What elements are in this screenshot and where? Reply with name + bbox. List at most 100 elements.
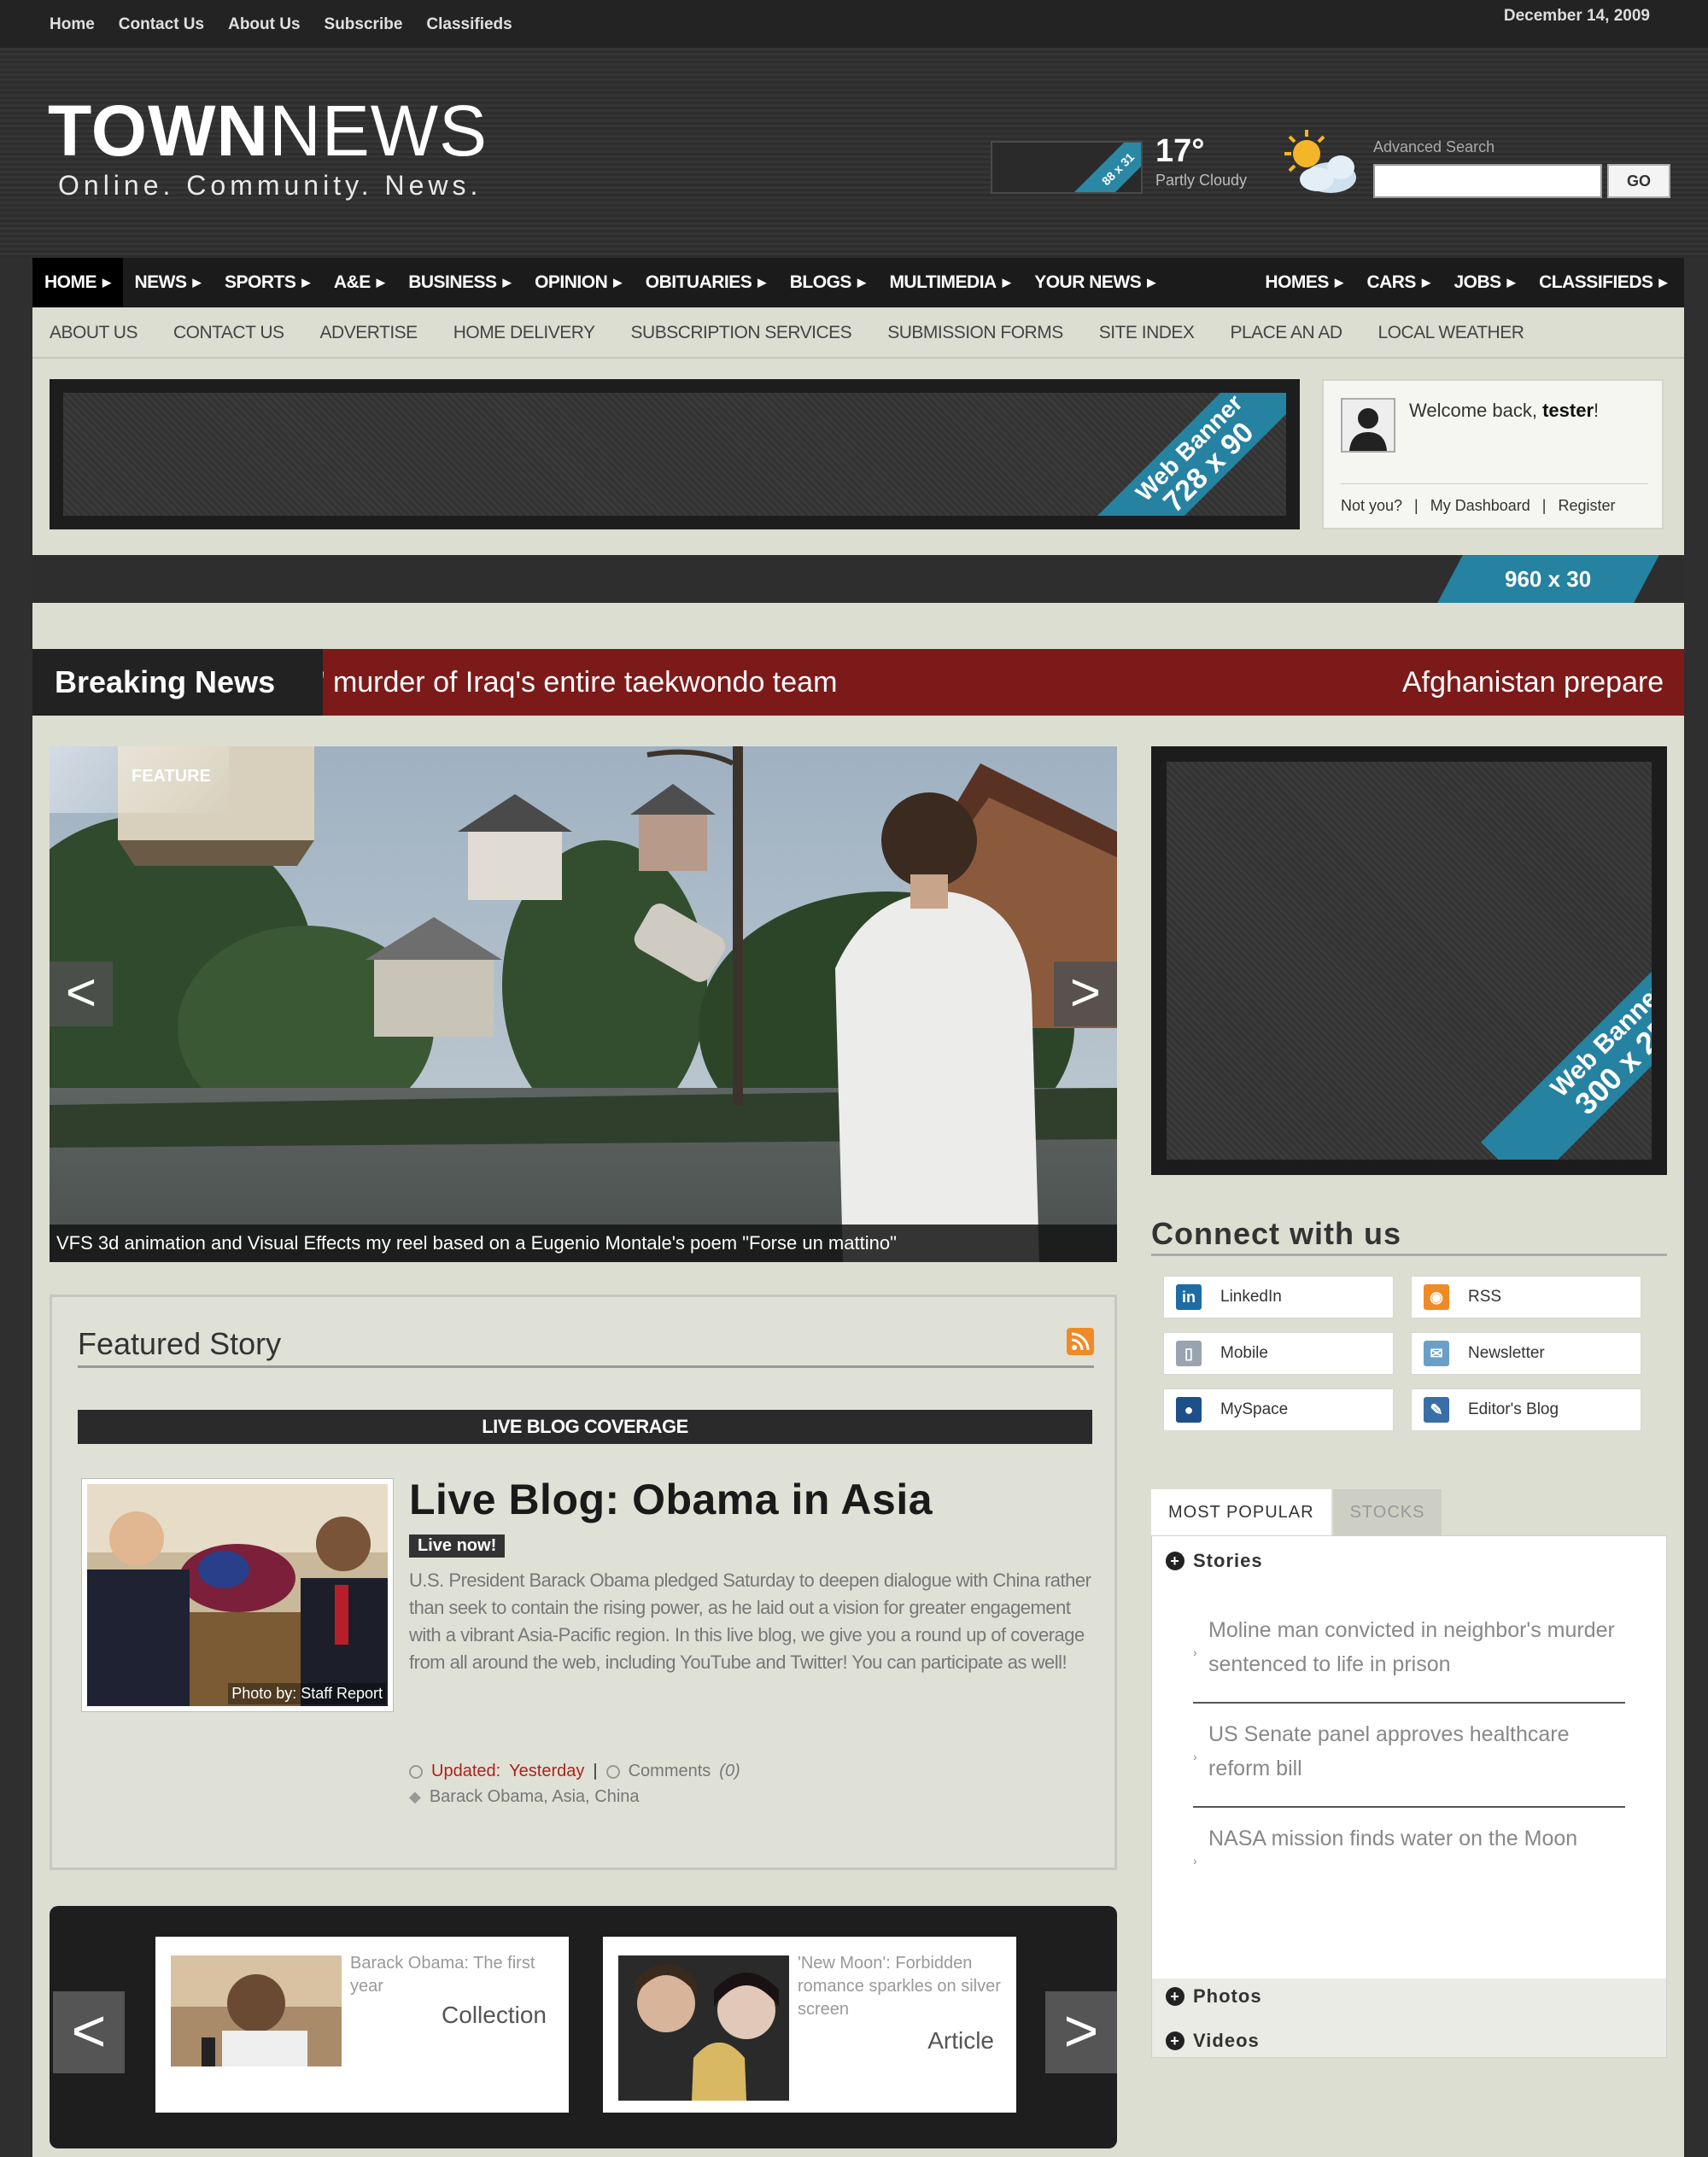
rss-icon[interactable] bbox=[1067, 1328, 1094, 1355]
popular-tabs: MOST POPULAR STOCKS bbox=[1151, 1489, 1442, 1535]
tab-most-popular[interactable]: MOST POPULAR bbox=[1151, 1489, 1331, 1535]
card-type: Collection bbox=[442, 2002, 547, 2028]
social-label: Editor's Blog bbox=[1468, 1400, 1559, 1418]
avatar[interactable] bbox=[1341, 398, 1395, 453]
story-divider bbox=[1193, 1806, 1625, 1808]
advanced-search-link[interactable]: Advanced Search bbox=[1373, 138, 1494, 156]
nav-your-news[interactable]: YOUR NEWS ▶ bbox=[1022, 258, 1167, 307]
popular-story[interactable]: › US Senate panel approves healthcare re… bbox=[1193, 1717, 1625, 1786]
top-nav-about-us[interactable]: About Us bbox=[228, 15, 300, 34]
featured-headline[interactable]: Live Blog: Obama in Asia bbox=[409, 1475, 933, 1524]
subnav-place-an-ad[interactable]: PLACE AN AD bbox=[1230, 323, 1342, 343]
chevron-right-icon: › bbox=[1193, 1854, 1197, 1868]
story-divider bbox=[1193, 1702, 1625, 1704]
videos-label: Videos bbox=[1193, 2030, 1260, 2051]
live-now-badge: Live now! bbox=[409, 1534, 506, 1558]
subnav-home-delivery[interactable]: HOME DELIVERY bbox=[453, 323, 595, 343]
subnav-about-us[interactable]: ABOUT US bbox=[50, 323, 137, 343]
nav-obituaries[interactable]: OBITUARIES ▶ bbox=[634, 258, 778, 307]
carousel-next-button[interactable]: > bbox=[1045, 1991, 1117, 2073]
social-myspace[interactable]: ● MySpace bbox=[1163, 1388, 1394, 1431]
updated-label: Updated: bbox=[431, 1762, 501, 1780]
nav-classifieds[interactable]: CLASSIFIEDS ▶ bbox=[1527, 258, 1684, 307]
search-go-button[interactable]: GO bbox=[1607, 164, 1670, 198]
nav-jobs[interactable]: JOBS ▶ bbox=[1442, 258, 1527, 307]
tab-stocks[interactable]: STOCKS bbox=[1332, 1489, 1442, 1535]
pencil-icon: ✎ bbox=[1424, 1397, 1449, 1423]
nav-blogs[interactable]: BLOGS ▶ bbox=[778, 258, 878, 307]
social-linkedin[interactable]: in LinkedIn bbox=[1163, 1276, 1394, 1318]
not-you-link[interactable]: Not you? bbox=[1341, 497, 1402, 515]
popular-panel: + Stories › Moline man convicted in neig… bbox=[1151, 1535, 1667, 2058]
social-editors-blog[interactable]: ✎ Editor's Blog bbox=[1411, 1388, 1641, 1431]
social-mobile[interactable]: ▯ Mobile bbox=[1163, 1332, 1394, 1375]
search-input[interactable] bbox=[1373, 164, 1602, 198]
comments-link[interactable]: Comments bbox=[629, 1762, 711, 1781]
top-nav-contact-us[interactable]: Contact Us bbox=[119, 15, 204, 34]
weather-widget: 17° Partly Cloudy bbox=[1155, 133, 1247, 190]
slider-next-button[interactable]: > bbox=[1054, 962, 1117, 1026]
carousel-card[interactable]: Barack Obama: The first year Collection bbox=[155, 1937, 569, 2113]
feature-tag: FEATURE bbox=[50, 746, 229, 813]
triangle-right-icon: ▶ bbox=[376, 276, 385, 289]
tag-icon: ◆ bbox=[409, 1788, 421, 1805]
triangle-right-icon: ▶ bbox=[1421, 276, 1430, 289]
web-banner-728x90[interactable]: Web Banner 728 x 90 bbox=[50, 379, 1300, 529]
popular-story[interactable]: › Moline man convicted in neighbor's mur… bbox=[1193, 1613, 1625, 1681]
breaking-item[interactable]: ' murder of Iraq's entire taekwondo team bbox=[319, 666, 837, 699]
welcome-suffix: ! bbox=[1594, 400, 1600, 421]
subnav-local-weather[interactable]: LOCAL WEATHER bbox=[1378, 323, 1524, 343]
my-dashboard-link[interactable]: My Dashboard bbox=[1430, 497, 1530, 515]
slide-caption: VFS 3d animation and Visual Effects my r… bbox=[50, 1225, 1117, 1262]
breaking-news-ticker: ' murder of Iraq's entire taekwondo team… bbox=[32, 649, 1684, 716]
nav-news[interactable]: NEWS ▶ bbox=[123, 258, 214, 307]
slider-prev-button[interactable]: < bbox=[50, 962, 113, 1026]
register-link[interactable]: Register bbox=[1558, 497, 1615, 515]
nav-homes[interactable]: HOMES ▶ bbox=[1253, 258, 1354, 307]
comment-icon bbox=[605, 1764, 620, 1779]
subnav-site-index[interactable]: SITE INDEX bbox=[1099, 323, 1195, 343]
tags-list[interactable]: Barack Obama, Asia, China bbox=[430, 1787, 640, 1807]
triangle-right-icon: ▶ bbox=[857, 276, 866, 289]
top-nav-home[interactable]: Home bbox=[50, 15, 95, 34]
web-banner-300x250[interactable]: Web Banner 300 x 250 bbox=[1151, 746, 1667, 1175]
top-nav: Home Contact Us About Us Subscribe Class… bbox=[50, 15, 512, 34]
top-nav-classifieds[interactable]: Classifieds bbox=[426, 15, 512, 34]
separator: | bbox=[1414, 497, 1418, 514]
top-nav-subscribe[interactable]: Subscribe bbox=[325, 15, 403, 34]
featured-title-divider bbox=[78, 1365, 1094, 1368]
stories-header[interactable]: + Stories bbox=[1166, 1550, 1263, 1572]
user-silhouette-icon bbox=[1349, 408, 1387, 451]
media-carousel: < Barack Obama: The first year Collectio… bbox=[50, 1906, 1117, 2148]
nav-opinion[interactable]: OPINION ▶ bbox=[523, 258, 634, 307]
welcome-username: tester bbox=[1542, 400, 1594, 421]
social-rss[interactable]: ◉ RSS bbox=[1411, 1276, 1641, 1318]
nav-business[interactable]: BUSINESS ▶ bbox=[396, 258, 523, 307]
nav-home[interactable]: HOME ▶ bbox=[32, 258, 123, 307]
nav-multimedia[interactable]: MULTIMEDIA ▶ bbox=[877, 258, 1022, 307]
nav-sports[interactable]: SPORTS ▶ bbox=[213, 258, 322, 307]
nav-ae[interactable]: A&E ▶ bbox=[322, 258, 396, 307]
subnav-advertise[interactable]: ADVERTISE bbox=[320, 323, 418, 343]
ad-960x30[interactable]: 960 x 30 bbox=[32, 555, 1684, 603]
videos-header[interactable]: + Videos bbox=[1166, 2030, 1260, 2052]
breaking-item[interactable]: Afghanistan prepare bbox=[1402, 666, 1664, 699]
nav-cars[interactable]: CARS ▶ bbox=[1354, 258, 1442, 307]
featured-story-photo[interactable]: Photo by: Staff Report bbox=[81, 1478, 394, 1712]
feature-slider[interactable]: FEATURE < > VFS 3d animation and Visual … bbox=[50, 746, 1117, 1262]
site-logo[interactable]: TOWNNEWS Online. Community. News. bbox=[48, 95, 488, 202]
sub-nav: ABOUT US CONTACT US ADVERTISE HOME DELIV… bbox=[50, 323, 1524, 343]
subnav-submission-forms[interactable]: SUBMISSION FORMS bbox=[887, 323, 1063, 343]
subnav-subscription-services[interactable]: SUBSCRIPTION SERVICES bbox=[631, 323, 852, 343]
small-ad-88x31[interactable]: 88 x 31 bbox=[991, 141, 1143, 194]
popular-story[interactable]: › NASA mission finds water on the Moon bbox=[1193, 1821, 1625, 1868]
welcome-prefix: Welcome back, bbox=[1409, 400, 1543, 421]
carousel-prev-button[interactable]: < bbox=[53, 1991, 125, 2073]
social-label: Mobile bbox=[1220, 1344, 1268, 1362]
carousel-card[interactable]: 'New Moon': Forbidden romance sparkles o… bbox=[603, 1937, 1016, 2113]
subnav-contact-us[interactable]: CONTACT US bbox=[173, 323, 284, 343]
social-newsletter[interactable]: ✉ Newsletter bbox=[1411, 1332, 1641, 1375]
photos-header[interactable]: + Photos bbox=[1166, 1985, 1262, 2008]
featured-meta: Updated: Yesterday | Comments (0) bbox=[409, 1762, 740, 1781]
card-title: 'New Moon': Forbidden romance sparkles o… bbox=[798, 1954, 1001, 2019]
